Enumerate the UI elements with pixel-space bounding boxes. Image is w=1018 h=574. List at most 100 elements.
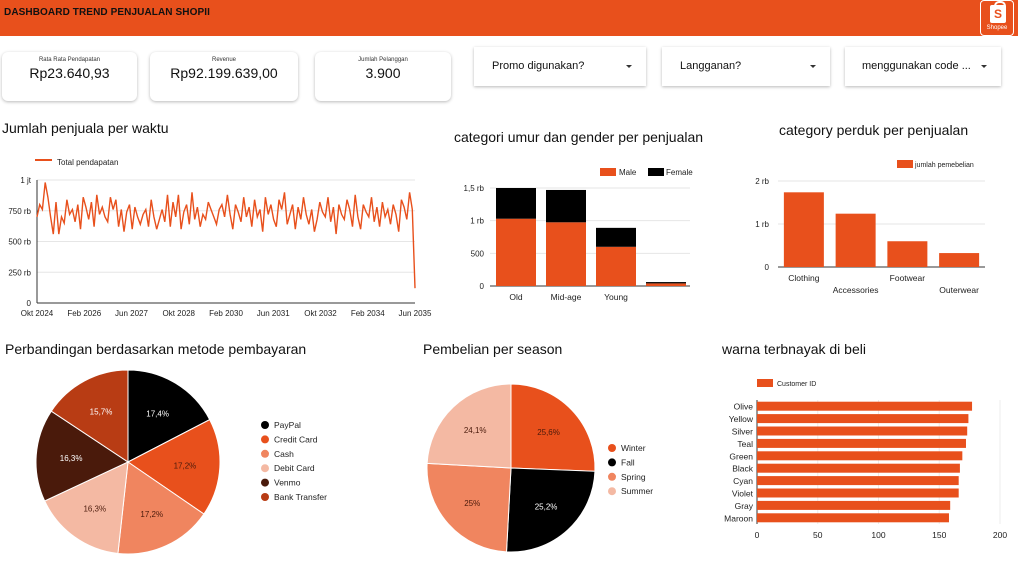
x-tick-label: Feb 2034 <box>351 309 385 318</box>
y-tick-label: Silver <box>732 427 753 437</box>
bar-footwear <box>887 241 928 267</box>
y-tick-label: Green <box>729 451 753 461</box>
legend-label: jumlah pemebelian <box>914 162 974 169</box>
legend-label: PayPal <box>274 420 301 430</box>
legend-swatch <box>35 159 52 161</box>
y-tick-label: 2 rb <box>755 177 769 186</box>
x-tick-label: 0 <box>755 530 760 540</box>
legend-dot <box>261 449 269 458</box>
season-pie-slice-label: 25,6% <box>537 428 560 437</box>
legend-label: Winter <box>621 443 646 453</box>
legend-label: Cash <box>274 449 294 459</box>
x-tick-label: Outerwear <box>939 285 979 295</box>
y-tick-label: 0 <box>480 282 485 291</box>
y-tick-label: Black <box>732 464 754 474</box>
x-tick-label: Jun 2031 <box>257 309 290 318</box>
bar-male <box>546 222 586 286</box>
y-tick-label: 500 <box>471 249 485 258</box>
x-tick-label: Feb 2026 <box>67 309 101 318</box>
legend-dot <box>608 472 616 481</box>
x-tick-label: 50 <box>813 530 823 540</box>
legend-dot <box>261 421 269 429</box>
legend-label: Summer <box>621 486 653 496</box>
season-pie-slice-label: 24,1% <box>464 426 487 435</box>
legend-dot <box>608 487 616 496</box>
x-tick-label: 100 <box>871 530 885 540</box>
payment-pie-slice-label: 17,4% <box>146 409 169 418</box>
y-tick-label: Cyan <box>733 476 753 486</box>
charts-canvas: Total pendapatan 0 250 rb 500 rb 750 rb 1 jt O… <box>8 158 1007 555</box>
legend-label: Female <box>666 168 693 177</box>
bar-female <box>596 227 636 247</box>
payment-pie-slice-label: 17,2% <box>140 510 163 519</box>
bar-violet <box>757 488 959 498</box>
x-tick-label: 200 <box>993 530 1007 540</box>
bar-cyan <box>757 476 959 486</box>
bar-maroon <box>757 513 949 523</box>
legend-dot <box>608 458 616 467</box>
legend-swatch-female <box>648 168 664 176</box>
bar-female <box>546 189 586 223</box>
x-tick-label: Mid-age <box>551 292 582 302</box>
y-tick-label: 500 rb <box>8 238 31 247</box>
payment-pie-slice-label: 15,7% <box>90 408 113 417</box>
season-pie-slice-label: 25,2% <box>535 502 558 511</box>
legend-swatch-male <box>600 168 616 176</box>
y-tick-label: Maroon <box>724 513 753 523</box>
payment-pie-slice-label: 16,3% <box>83 504 106 513</box>
legend-label: Customer ID <box>777 381 816 388</box>
y-tick-label: 0 <box>27 299 32 308</box>
bar-yellow <box>757 414 969 424</box>
legend-label: Spring <box>621 472 646 482</box>
legend-dot <box>261 435 269 444</box>
bar-green <box>757 451 963 461</box>
bar-olive <box>757 401 973 411</box>
x-tick-label: Jun 2027 <box>115 309 148 318</box>
legend-label: Fall <box>621 457 635 467</box>
bar-female <box>496 188 536 219</box>
y-tick-label: 0 <box>765 263 770 272</box>
y-tick-label: 1 rb <box>755 220 769 229</box>
y-tick-label: 250 rb <box>8 268 31 277</box>
x-tick-label: Young <box>604 292 628 302</box>
payment-pie-slice-label: 17,2% <box>174 461 197 470</box>
y-tick-label: Gray <box>735 501 754 511</box>
x-tick-label: Accessories <box>833 285 879 295</box>
legend-label: Debit Card <box>274 463 315 473</box>
season-pie-slice-label: 25% <box>464 499 480 508</box>
x-tick-label: Jun 2035 <box>399 309 432 318</box>
bar-male <box>646 283 686 286</box>
legend-label: Bank Transfer <box>274 492 327 502</box>
y-tick-label: Teal <box>737 439 753 449</box>
legend-dot <box>261 464 269 473</box>
bar-outerwear <box>939 253 980 267</box>
bar-male <box>596 246 636 286</box>
legend-dot <box>608 444 616 452</box>
bar-female <box>646 282 686 284</box>
legend-swatch <box>757 379 773 387</box>
legend-label: Total pendapatan <box>57 158 118 167</box>
x-tick-label: Okt 2032 <box>304 309 337 318</box>
legend-dot <box>261 478 269 487</box>
payment-pie-slice-label: 16,3% <box>60 454 83 463</box>
y-tick-label: 1,5 rb <box>464 184 485 193</box>
x-tick-label: Feb 2030 <box>209 309 243 318</box>
x-tick-label: Footwear <box>890 273 926 283</box>
bar-clothing <box>783 192 824 267</box>
x-tick-label: Clothing <box>788 273 819 283</box>
y-tick-label: Olive <box>734 402 754 412</box>
legend-label: Male <box>619 168 637 177</box>
bar-black <box>757 463 960 473</box>
x-tick-label: Okt 2028 <box>163 309 196 318</box>
y-tick-label: Violet <box>732 489 754 499</box>
x-tick-label: Old <box>509 292 523 302</box>
legend-label: Credit Card <box>274 434 318 444</box>
bar-accessories <box>835 213 876 267</box>
x-tick-label: 150 <box>932 530 946 540</box>
legend-dot <box>261 493 269 501</box>
bar-male <box>496 218 536 286</box>
legend-label: Venmo <box>274 478 301 488</box>
y-tick-label: 1 rb <box>470 217 484 226</box>
x-tick-label: Okt 2024 <box>21 309 54 318</box>
bar-gray <box>757 500 951 510</box>
